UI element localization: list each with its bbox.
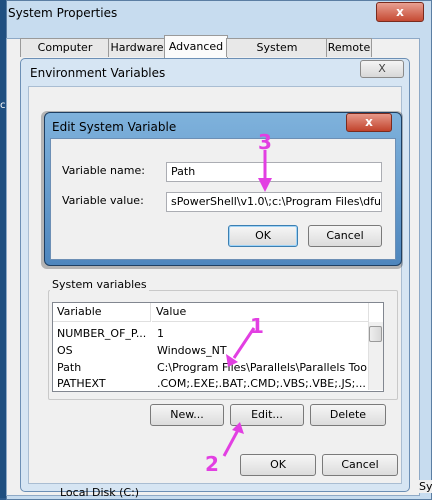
tab-system-protection[interactable]: System Protection (226, 38, 328, 72)
dialog-title: Edit System Variable (52, 120, 177, 134)
tab-hardware[interactable]: Hardware (108, 38, 166, 57)
scrollbar-thumb[interactable] (369, 326, 382, 342)
background-item-label: Local Disk (C:) (60, 486, 140, 499)
delete-variable-button[interactable]: Delete (310, 404, 386, 426)
variable-value-input[interactable]: sPowerShell\v1.0\;c:\Program Files\dfu-u… (166, 192, 382, 212)
cancel-button[interactable]: Cancel (322, 454, 398, 476)
close-button[interactable]: x (376, 2, 424, 22)
new-variable-button[interactable]: New... (150, 404, 224, 426)
ok-button[interactable]: OK (240, 454, 316, 476)
variable-name-label: Variable name: (62, 164, 145, 177)
table-row-variable[interactable]: PATHEXT (57, 376, 149, 392)
tab-remote[interactable]: Remote (326, 38, 372, 57)
table-row-variable[interactable]: Path (57, 360, 149, 376)
annotation-number: 2 (205, 452, 219, 476)
table-row-variable[interactable]: NUMBER_OF_P... (57, 326, 149, 342)
column-header-variable[interactable]: Variable (53, 303, 151, 322)
arrow-icon (258, 150, 272, 192)
close-button[interactable]: X (360, 60, 404, 78)
background-window-fragment: Sy (418, 480, 432, 493)
arrow-icon (222, 422, 244, 457)
desktop-fragment: c (0, 100, 6, 111)
table-row-variable[interactable]: OS (57, 343, 149, 359)
table-row-value[interactable]: .COM;.EXE;.BAT;.CMD;.VBS;.VBE;.JS;.... (157, 376, 367, 392)
close-button[interactable]: x (346, 113, 392, 132)
variable-value-label: Variable value: (62, 194, 144, 207)
table-row-value[interactable]: Windows_NT (157, 343, 367, 359)
table-row-value[interactable]: C:\Program Files\Parallels\Parallels Too… (157, 360, 367, 376)
dialog-title: Environment Variables (30, 66, 166, 80)
system-variables-label: System variables (50, 278, 149, 291)
tab-computer-name[interactable]: Computer Name (20, 38, 110, 72)
tab-advanced[interactable]: Advanced (164, 35, 228, 58)
arrow-icon (226, 327, 256, 367)
window-title: System Properties (8, 6, 118, 20)
cancel-button[interactable]: Cancel (308, 225, 382, 247)
ok-button[interactable]: OK (228, 225, 298, 247)
